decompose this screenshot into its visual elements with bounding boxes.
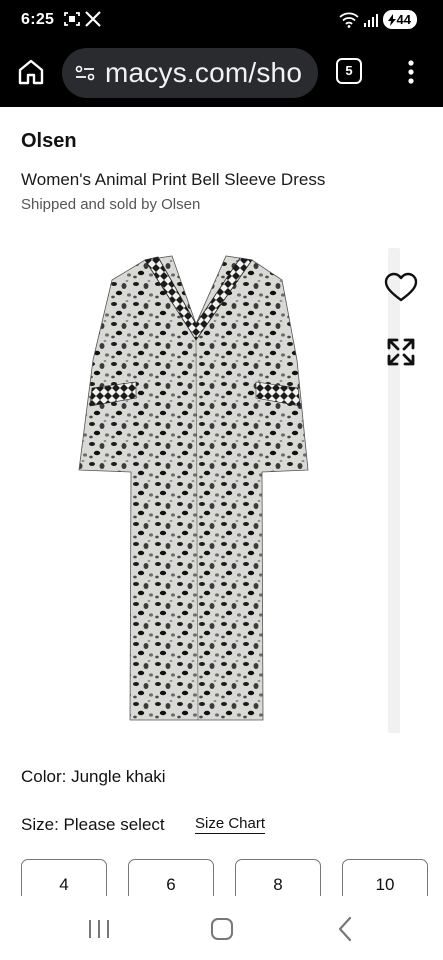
recent-apps-icon[interactable]: [86, 918, 112, 940]
home-nav-icon[interactable]: [211, 918, 233, 940]
battery-icon: 44: [382, 10, 417, 29]
x-app-icon: [85, 11, 101, 27]
status-bar: 6:25 44: [0, 0, 443, 40]
charging-bolt-icon: [387, 13, 396, 26]
tab-switcher-button[interactable]: 5: [336, 58, 362, 84]
signal-icon: [363, 13, 378, 27]
url-text[interactable]: macys.com/sho: [105, 57, 302, 89]
browser-toolbar: macys.com/sho 5: [0, 40, 443, 107]
heart-icon[interactable]: [384, 272, 418, 304]
product-title: Women's Animal Print Bell Sleeve Dress: [21, 170, 326, 189]
expand-icon[interactable]: [386, 337, 416, 367]
more-vertical-icon[interactable]: [400, 56, 422, 88]
color-selection: Color: Jungle khaki: [21, 767, 166, 786]
product-image[interactable]: [0, 240, 443, 740]
address-bar[interactable]: macys.com/sho: [62, 48, 318, 98]
site-settings-icon[interactable]: [74, 62, 96, 84]
status-time: 6:25: [21, 11, 55, 28]
seller-info: Shipped and sold by Olsen: [21, 196, 201, 213]
wifi-icon: [338, 12, 359, 28]
image-scrollbar[interactable]: [388, 248, 400, 733]
size-selection: Size: Please select: [21, 815, 165, 834]
brand-name[interactable]: Olsen: [21, 130, 77, 153]
screenshot-icon: [64, 12, 80, 26]
battery-level: 44: [396, 12, 411, 27]
back-icon[interactable]: [336, 916, 354, 942]
home-icon[interactable]: [16, 57, 46, 87]
status-indicators: 44: [338, 10, 417, 29]
system-navigation-bar: [0, 896, 443, 960]
size-chart-link[interactable]: Size Chart: [195, 815, 266, 834]
